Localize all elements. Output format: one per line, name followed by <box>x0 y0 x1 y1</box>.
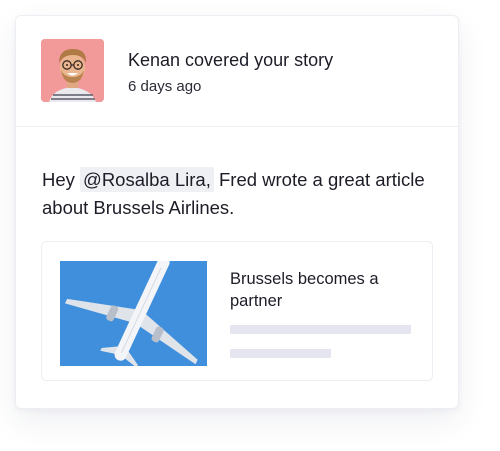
notification-card[interactable]: Kenan covered your story 6 days ago Hey … <box>15 15 459 409</box>
user-avatar-icon <box>41 39 104 102</box>
article-text-placeholder <box>230 325 411 334</box>
notification-header: Kenan covered your story 6 days ago <box>16 16 458 127</box>
notification-title: Kenan covered your story <box>128 50 334 70</box>
notification-timestamp: 6 days ago <box>128 78 202 95</box>
article-preview-card[interactable]: Brussels becomes a partner <box>41 241 433 381</box>
article-text-placeholder <box>230 349 331 358</box>
airplane-icon <box>60 261 207 366</box>
notification-message: Hey @Rosalba Lira, Fred wrote a great ar… <box>42 166 432 222</box>
avatar[interactable] <box>41 39 104 102</box>
message-prefix: Hey <box>42 169 81 190</box>
article-thumbnail[interactable] <box>60 261 207 366</box>
article-title: Brussels becomes a partner <box>230 270 379 310</box>
user-mention[interactable]: @Rosalba Lira, <box>80 167 214 192</box>
